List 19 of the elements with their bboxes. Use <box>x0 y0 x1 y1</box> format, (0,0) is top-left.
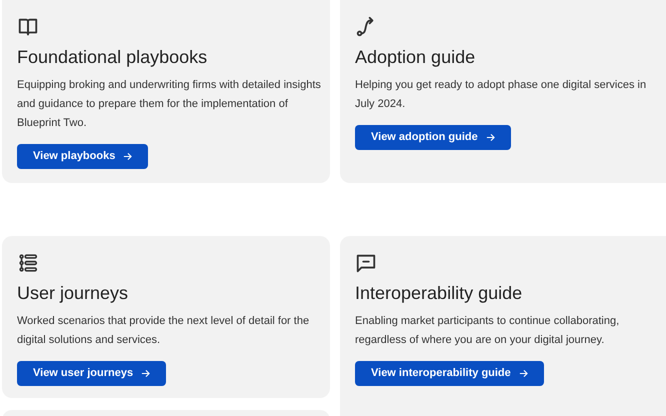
arrow-right-icon <box>123 152 132 161</box>
card-title: Interoperability guide <box>355 282 522 305</box>
view-button[interactable]: View adoption guide <box>355 125 511 150</box>
card-title: Foundational playbooks <box>17 46 208 69</box>
view-button[interactable]: View interoperability guide <box>355 361 544 386</box>
view-button[interactable]: View user journeys <box>17 361 166 386</box>
message-icon <box>355 252 377 274</box>
card-description: Worked scenarios that provide the next level of detail for the digital solutions and services. <box>17 314 310 348</box>
card-title: Adoption guide <box>355 46 476 69</box>
card-description: Enabling market participants to continue collaborating, regardless of where you are on your digital journey. <box>355 314 620 348</box>
book-icon <box>17 16 39 38</box>
view-button[interactable]: View playbooks <box>17 144 148 169</box>
card-description: Equipping broking and underwriting firms with detailed insights and guidance to prepare them for the implementation of Blueprint Two. <box>17 78 322 131</box>
card-description: Helping you get ready to adopt phase one digital services in July 2024. <box>355 78 648 112</box>
arrow-right-icon <box>518 369 528 378</box>
card-title: User journeys <box>17 282 128 305</box>
arrow-right-icon <box>141 369 150 378</box>
arrow-right-icon <box>486 133 495 142</box>
list-icon <box>17 252 39 274</box>
